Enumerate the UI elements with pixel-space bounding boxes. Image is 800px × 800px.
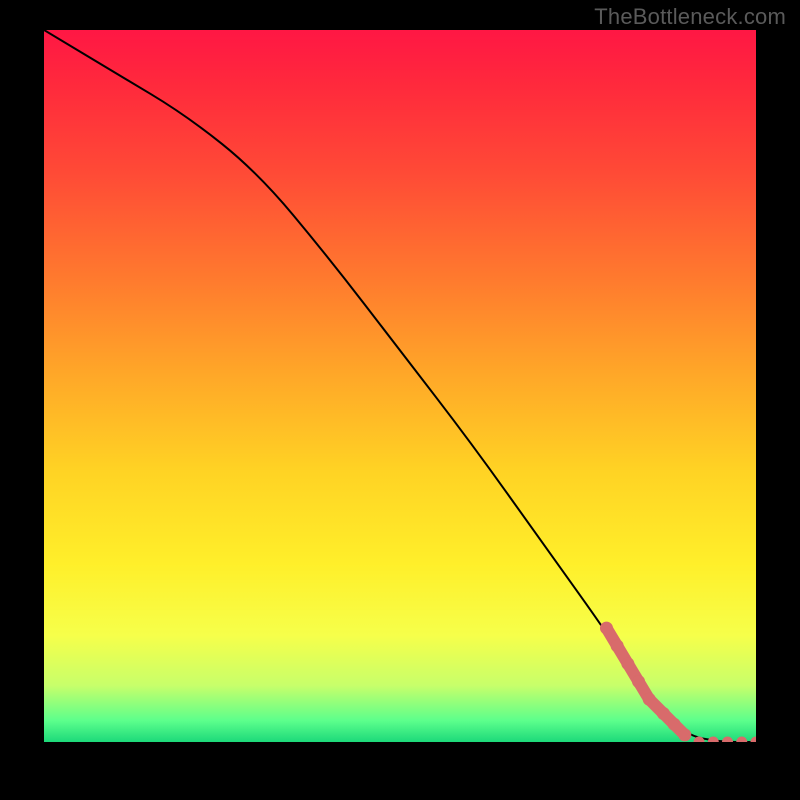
plot-wrap — [44, 30, 756, 742]
highlight-dot — [679, 729, 691, 741]
highlight-dot — [708, 737, 718, 742]
watermark-text: TheBottleneck.com — [594, 4, 786, 30]
highlight-dot — [723, 737, 733, 742]
plot-overlay-svg — [44, 30, 756, 742]
highlight-dot — [751, 737, 756, 742]
plot-area — [44, 30, 756, 742]
highlight-dots-group — [600, 622, 756, 742]
bottleneck-curve — [44, 30, 756, 742]
chart-stage: TheBottleneck.com — [0, 0, 800, 800]
highlight-dot — [737, 737, 747, 742]
